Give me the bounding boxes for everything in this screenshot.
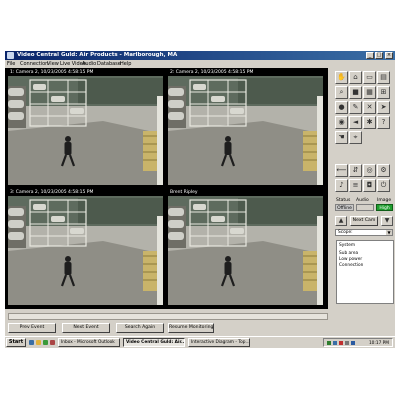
camera-view-1[interactable]: 1: Camera 2, 10/23/2005 4:58:15 PM bbox=[8, 70, 163, 185]
layout-2x2-icon[interactable]: ⊞ bbox=[377, 86, 390, 99]
quicklaunch-icon[interactable] bbox=[50, 340, 55, 345]
system-info-box: System Sub area Low power Connection bbox=[336, 240, 394, 304]
quicklaunch-icon[interactable] bbox=[43, 340, 48, 345]
chevron-down-icon: ▼ bbox=[386, 230, 392, 235]
home-icon[interactable]: ⌂ bbox=[349, 71, 362, 84]
menu-file[interactable]: File bbox=[7, 61, 15, 67]
menu-audio[interactable]: Audio bbox=[82, 61, 96, 67]
audio-label: Audio bbox=[356, 198, 369, 203]
power-icon[interactable]: ⏻ bbox=[377, 179, 390, 192]
taskbar-item-video-central[interactable]: Video Central Guld: Air... bbox=[123, 338, 185, 347]
prev-cam-arrow-icon[interactable]: ▲ bbox=[335, 216, 347, 226]
tray-icon[interactable] bbox=[333, 341, 337, 345]
menu-bar: File Connection View Live Video Audio Da… bbox=[5, 60, 395, 68]
settings-icon[interactable]: ✱ bbox=[363, 116, 376, 129]
folder-icon[interactable]: ▭ bbox=[363, 71, 376, 84]
tray-icon[interactable] bbox=[339, 341, 343, 345]
target-icon[interactable]: ◎ bbox=[363, 164, 376, 177]
scope-label: Scope: bbox=[338, 230, 353, 235]
taskbar-item-outlook[interactable]: Inbox - Microsoft Outlook bbox=[58, 338, 120, 347]
timeline-scrollbar[interactable] bbox=[8, 313, 328, 320]
left-arrow-icon[interactable]: ⟵ bbox=[335, 164, 348, 177]
app-icon bbox=[7, 52, 14, 59]
menu-connection[interactable]: Connection bbox=[20, 61, 48, 67]
resume-monitoring-button[interactable]: Resume Monitoring bbox=[168, 323, 214, 333]
system-title: System bbox=[339, 243, 356, 248]
hand-icon[interactable]: ☚ bbox=[335, 131, 348, 144]
camera-ptz-icon[interactable]: ✋ bbox=[335, 71, 348, 84]
speaker-icon[interactable]: ◄ bbox=[349, 116, 362, 129]
camera-feed-image bbox=[168, 76, 323, 185]
control-panel: ✋ ⌂ ▭ ▤ ⌕ ■ ▦ ⊞ ● ✎ ✕ ➤ ◉ ◄ ✱ ? ☚ ⌖ ⟵ ⇵ … bbox=[331, 68, 395, 309]
record-icon[interactable]: ● bbox=[335, 101, 348, 114]
image-quality-badge: High bbox=[376, 204, 393, 211]
camera-view-4[interactable]: Brent Ripley bbox=[168, 190, 323, 305]
prev-event-button[interactable]: Prev Event bbox=[8, 323, 56, 333]
close-button[interactable]: × bbox=[385, 52, 393, 59]
speaker-small-icon[interactable]: ♪ bbox=[335, 179, 348, 192]
map-icon[interactable]: ⌖ bbox=[349, 131, 362, 144]
status-label: Status bbox=[336, 198, 351, 203]
tools-icon[interactable]: ✕ bbox=[363, 101, 376, 114]
system-line: Connection bbox=[339, 263, 364, 268]
system-tray: 10:17 PM bbox=[323, 338, 393, 347]
menu-help[interactable]: Help bbox=[120, 61, 131, 67]
ie-icon[interactable] bbox=[36, 340, 41, 345]
taskbar: Start Inbox - Microsoft Outlook Video Ce… bbox=[5, 336, 395, 348]
camera-view-2[interactable]: 2: Camera 2, 10/23/2005 4:58:15 PM bbox=[168, 70, 323, 185]
window-title: Video Central Guld: Air Products - Marlb… bbox=[17, 52, 178, 58]
start-button[interactable]: Start bbox=[6, 338, 26, 347]
camera-view-3[interactable]: 3: Camera 2, 10/23/2005 4:58:15 PM bbox=[8, 190, 163, 305]
search-again-button[interactable]: Search Again bbox=[116, 323, 164, 333]
camera-feed-image bbox=[168, 196, 323, 305]
minimize-button[interactable]: _ bbox=[366, 52, 374, 59]
tray-icon[interactable] bbox=[345, 341, 349, 345]
app-window: Video Central Guld: Air Products - Marlb… bbox=[5, 51, 395, 348]
next-cam-button[interactable]: Next Cam bbox=[350, 216, 378, 226]
tray-icon[interactable] bbox=[351, 341, 355, 345]
system-line: Low power bbox=[339, 257, 363, 262]
status-badge: Offline bbox=[335, 204, 354, 211]
lock-icon[interactable]: ◉ bbox=[335, 116, 348, 129]
document-icon[interactable]: ▤ bbox=[377, 71, 390, 84]
audio-indicator bbox=[356, 204, 374, 211]
taskbar-item-interactive-diagram[interactable]: Interactive Diagram - Top... bbox=[188, 338, 250, 347]
scope-dropdown[interactable]: Scope: ▼ bbox=[335, 229, 393, 236]
menu-database[interactable]: Database bbox=[97, 61, 121, 67]
zoom-icon[interactable]: ⌕ bbox=[335, 86, 348, 99]
menu-view[interactable]: View bbox=[47, 61, 59, 67]
layout-1x1-icon[interactable]: ■ bbox=[349, 86, 362, 99]
pointer-icon[interactable]: ➤ bbox=[377, 101, 390, 114]
image-label: Image bbox=[377, 198, 392, 203]
video-grid: 1: Camera 2, 10/23/2005 4:58:15 PM 2: Ca… bbox=[5, 68, 328, 309]
desktop-icon[interactable] bbox=[29, 340, 34, 345]
camera-icon[interactable]: ◘ bbox=[363, 179, 376, 192]
camera-feed-image bbox=[8, 76, 163, 185]
gear-icon[interactable]: ⚙ bbox=[377, 164, 390, 177]
next-event-button[interactable]: Next Event bbox=[62, 323, 110, 333]
system-line: Sub area bbox=[339, 251, 359, 256]
tray-icon[interactable] bbox=[327, 341, 331, 345]
pen-icon[interactable]: ✎ bbox=[349, 101, 362, 114]
maximize-button[interactable]: □ bbox=[375, 52, 383, 59]
clock: 10:17 PM bbox=[368, 341, 389, 346]
help-icon[interactable]: ? bbox=[377, 116, 390, 129]
up-down-icon[interactable]: ⇵ bbox=[349, 164, 362, 177]
layout-3x3-icon[interactable]: ▦ bbox=[363, 86, 376, 99]
camera-feed-image bbox=[8, 196, 163, 305]
list-icon[interactable]: ≡ bbox=[349, 179, 362, 192]
title-bar: Video Central Guld: Air Products - Marlb… bbox=[5, 51, 395, 60]
next-cam-arrow-icon[interactable]: ▼ bbox=[381, 216, 393, 226]
